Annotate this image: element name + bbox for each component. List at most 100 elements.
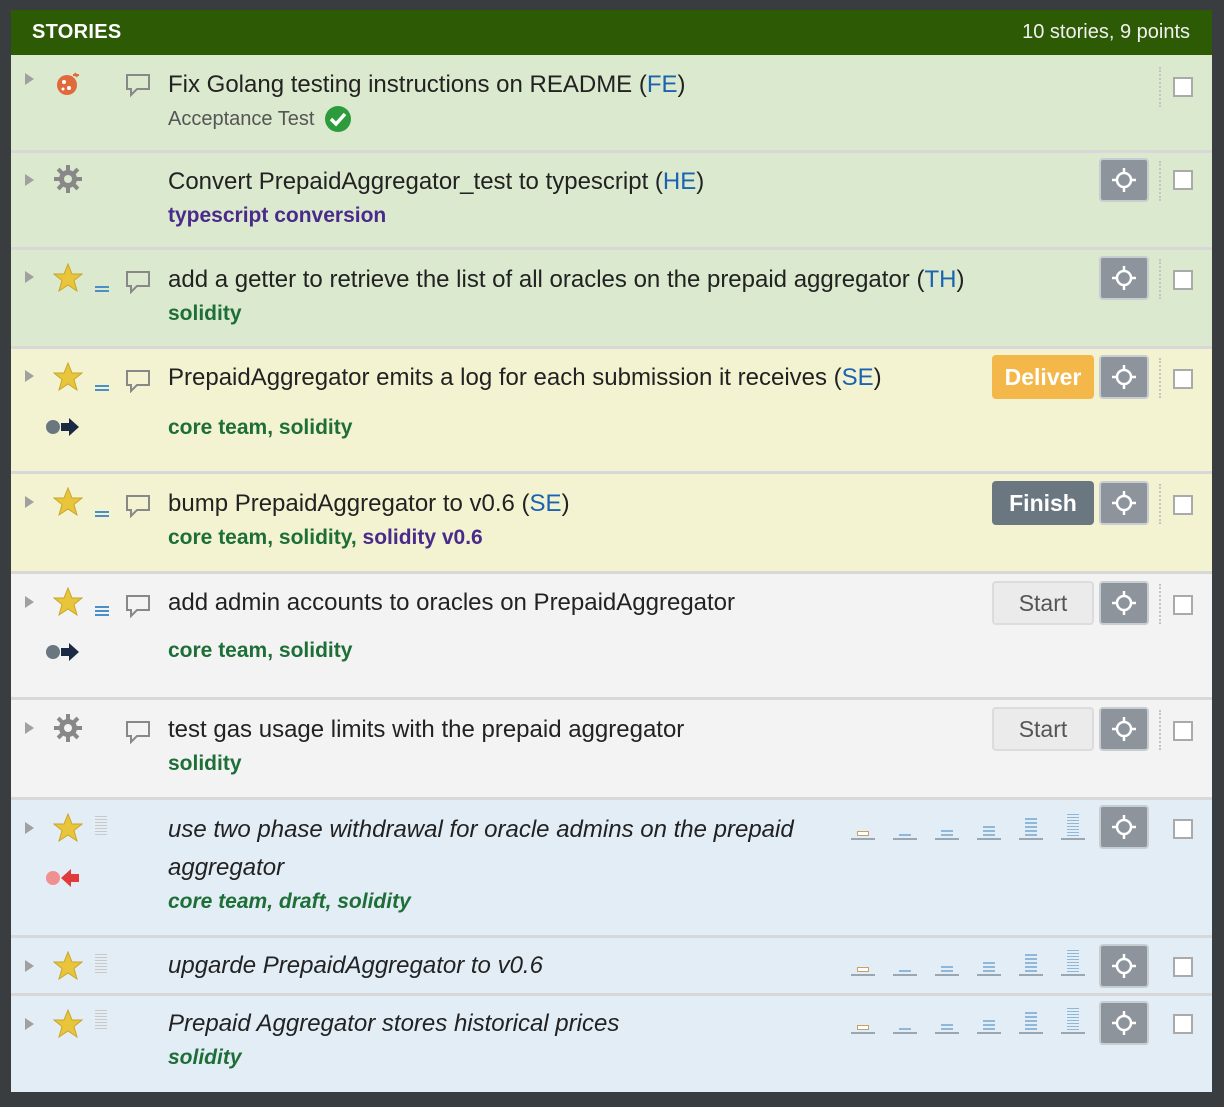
- estimate-option-1[interactable]: [893, 812, 917, 840]
- move-button[interactable]: [1099, 158, 1149, 202]
- expand-arrow-icon[interactable]: [25, 271, 34, 283]
- label[interactable]: typescript conversion: [168, 204, 386, 227]
- story-title[interactable]: Convert PrepaidAggregator_test to typesc…: [168, 163, 704, 201]
- deliver-button[interactable]: Deliver: [992, 355, 1094, 399]
- select-checkbox[interactable]: [1173, 170, 1193, 190]
- label[interactable]: solidity: [168, 752, 242, 775]
- story-title[interactable]: add a getter to retrieve the list of all…: [168, 261, 964, 299]
- label[interactable]: solidity: [168, 1046, 242, 1069]
- label[interactable]: solidity v0.6: [363, 526, 483, 549]
- select-checkbox[interactable]: [1173, 77, 1193, 97]
- expand-arrow-icon[interactable]: [25, 822, 34, 834]
- story-row[interactable]: test gas usage limits with the prepaid a…: [11, 700, 1212, 800]
- story-title[interactable]: bump PrepaidAggregator to v0.6 (SE): [168, 485, 570, 523]
- comment-icon[interactable]: [125, 594, 153, 620]
- story-content: Prepaid Aggregator stores historical pri…: [168, 1005, 619, 1073]
- story-row[interactable]: PrepaidAggregator emits a log for each s…: [11, 349, 1212, 474]
- start-button[interactable]: Start: [992, 581, 1094, 625]
- story-owner[interactable]: HE: [663, 168, 696, 195]
- label[interactable]: solidity: [279, 526, 351, 549]
- label[interactable]: core team: [168, 526, 267, 549]
- story-labels: core team, draft, solidity: [168, 890, 411, 913]
- label[interactable]: core team: [168, 416, 267, 439]
- select-checkbox[interactable]: [1173, 369, 1193, 389]
- expand-arrow-icon[interactable]: [25, 1018, 34, 1030]
- expand-arrow-icon[interactable]: [25, 174, 34, 186]
- move-button[interactable]: [1099, 1001, 1149, 1045]
- start-button[interactable]: Start: [992, 707, 1094, 751]
- story-row[interactable]: add admin accounts to oracles on Prepaid…: [11, 574, 1212, 700]
- estimate-option-8[interactable]: [1061, 1006, 1085, 1034]
- label[interactable]: core team: [168, 890, 267, 913]
- expand-arrow-icon[interactable]: [25, 370, 34, 382]
- story-owner[interactable]: SE: [530, 490, 562, 517]
- estimate-option-0[interactable]: [851, 812, 875, 840]
- story-title[interactable]: PrepaidAggregator emits a log for each s…: [168, 359, 882, 397]
- estimate-option-3[interactable]: [977, 948, 1001, 976]
- label[interactable]: solidity: [337, 890, 411, 913]
- finish-button[interactable]: Finish: [992, 481, 1094, 525]
- story-title[interactable]: use two phase withdrawal for oracle admi…: [168, 811, 838, 887]
- expand-arrow-icon[interactable]: [25, 596, 34, 608]
- estimate-option-1[interactable]: [893, 948, 917, 976]
- comment-icon[interactable]: [125, 73, 153, 99]
- comment-icon[interactable]: [125, 494, 153, 520]
- estimate-option-3[interactable]: [977, 1006, 1001, 1034]
- story-row[interactable]: Prepaid Aggregator stores historical pri…: [11, 996, 1212, 1092]
- estimate-option-2[interactable]: [935, 1006, 959, 1034]
- move-button[interactable]: [1099, 256, 1149, 300]
- expand-arrow-icon[interactable]: [25, 960, 34, 972]
- label[interactable]: draft: [279, 890, 326, 913]
- comment-icon[interactable]: [125, 270, 153, 296]
- expand-arrow-icon[interactable]: [25, 496, 34, 508]
- estimate-option-5[interactable]: [1019, 812, 1043, 840]
- story-title[interactable]: add admin accounts to oracles on Prepaid…: [168, 584, 735, 622]
- story-row[interactable]: add a getter to retrieve the list of all…: [11, 250, 1212, 349]
- expand-arrow-icon[interactable]: [25, 722, 34, 734]
- stories-panel: STORIES 10 stories, 9 points Fix Golang …: [11, 10, 1212, 1092]
- select-checkbox[interactable]: [1173, 270, 1193, 290]
- select-checkbox[interactable]: [1173, 1014, 1193, 1034]
- story-owner[interactable]: TH: [924, 266, 956, 293]
- story-title[interactable]: Fix Golang testing instructions on READM…: [168, 66, 686, 104]
- estimate-option-1[interactable]: [893, 1006, 917, 1034]
- estimate-option-8[interactable]: [1061, 812, 1085, 840]
- estimate-option-3[interactable]: [977, 812, 1001, 840]
- estimate-option-0[interactable]: [851, 1006, 875, 1034]
- story-title[interactable]: upgarde PrepaidAggregator to v0.6: [168, 947, 543, 985]
- select-checkbox[interactable]: [1173, 819, 1193, 839]
- move-button[interactable]: [1099, 944, 1149, 988]
- move-button[interactable]: [1099, 707, 1149, 751]
- comment-icon[interactable]: [125, 720, 153, 746]
- select-checkbox[interactable]: [1173, 957, 1193, 977]
- estimate-option-0[interactable]: [851, 948, 875, 976]
- select-checkbox[interactable]: [1173, 721, 1193, 741]
- story-row[interactable]: upgarde PrepaidAggregator to v0.6: [11, 938, 1212, 996]
- expand-arrow-icon[interactable]: [25, 73, 34, 85]
- move-button[interactable]: [1099, 581, 1149, 625]
- estimate-option-5[interactable]: [1019, 1006, 1043, 1034]
- story-row[interactable]: Convert PrepaidAggregator_test to typesc…: [11, 153, 1212, 250]
- estimate-option-5[interactable]: [1019, 948, 1043, 976]
- estimate-option-2[interactable]: [935, 812, 959, 840]
- story-owner[interactable]: SE: [842, 364, 874, 391]
- label[interactable]: solidity: [279, 416, 353, 439]
- move-button[interactable]: [1099, 481, 1149, 525]
- move-button[interactable]: [1099, 805, 1149, 849]
- label[interactable]: solidity: [168, 302, 242, 325]
- move-button[interactable]: [1099, 355, 1149, 399]
- estimate-option-8[interactable]: [1061, 948, 1085, 976]
- comment-icon[interactable]: [125, 369, 153, 395]
- label[interactable]: solidity: [279, 639, 353, 662]
- story-title[interactable]: test gas usage limits with the prepaid a…: [168, 711, 684, 749]
- story-row[interactable]: use two phase withdrawal for oracle admi…: [11, 800, 1212, 938]
- estimate-option-2[interactable]: [935, 948, 959, 976]
- story-title[interactable]: Prepaid Aggregator stores historical pri…: [168, 1005, 619, 1043]
- divider: [1159, 358, 1163, 398]
- story-owner[interactable]: FE: [647, 71, 678, 98]
- select-checkbox[interactable]: [1173, 595, 1193, 615]
- label[interactable]: core team: [168, 639, 267, 662]
- story-row[interactable]: Fix Golang testing instructions on READM…: [11, 55, 1212, 153]
- select-checkbox[interactable]: [1173, 495, 1193, 515]
- story-row[interactable]: bump PrepaidAggregator to v0.6 (SE) core…: [11, 474, 1212, 574]
